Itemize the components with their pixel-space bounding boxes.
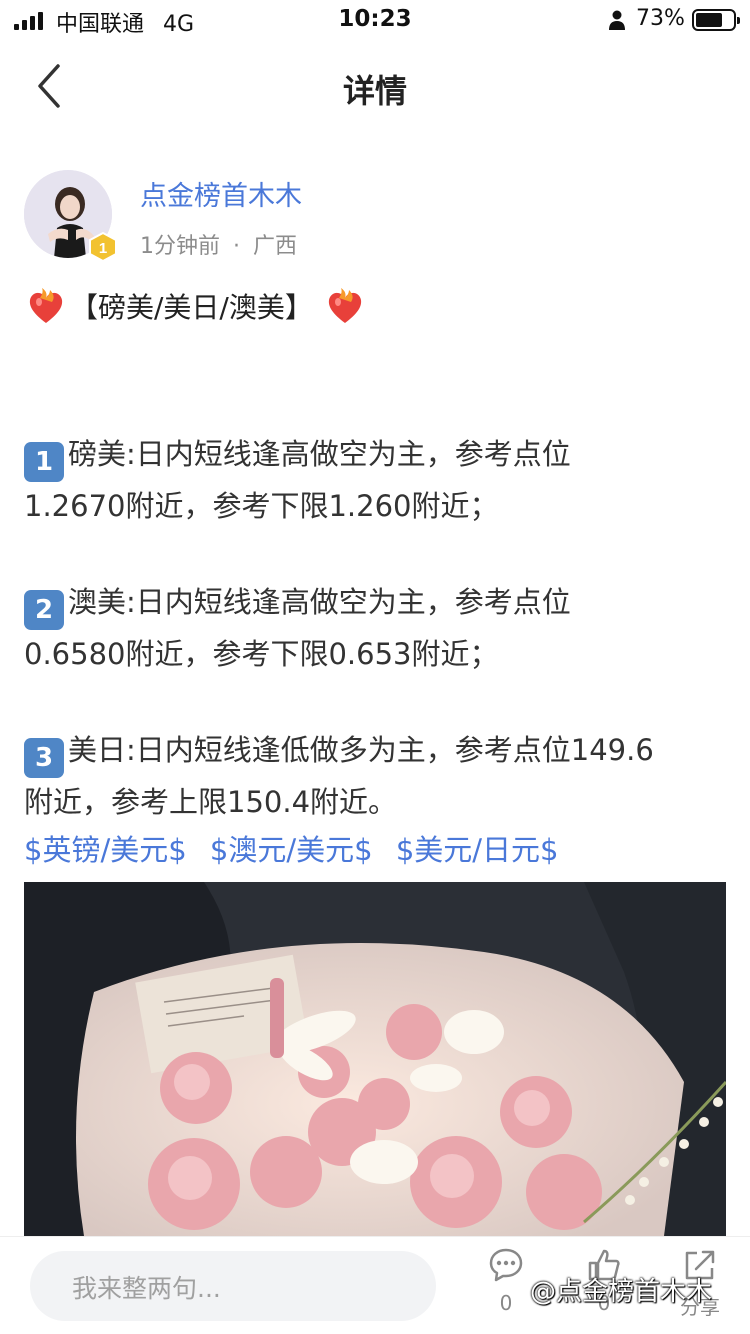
post-title-line: 【磅美/美日/澳美】 (24, 278, 730, 334)
comment-button[interactable]: 0 (476, 1247, 536, 1315)
post-item-text: 附近，参考上限150.4附近。 (24, 785, 398, 819)
heart-on-fire-icon (29, 288, 63, 323)
watermark: @点金榜首木木 (530, 1271, 712, 1308)
battery-fill (696, 13, 723, 27)
bottom-action-bar: 我来整两句... 0 0 分享 @点金榜首木木 (0, 1236, 750, 1334)
level-number: 1 (99, 240, 107, 257)
post-item-3: 3 美日:日内短线逢低做多为主，参考点位149.6 附近，参考上限150.4附近。 (24, 726, 730, 826)
post-title: 【磅美/美日/澳美】 (70, 291, 313, 324)
keycap-2-icon: 2 (24, 590, 64, 630)
level-badge-icon: 1 (89, 232, 117, 262)
post-item-2: 2 澳美:日内短线逢高做空为主，参考点位 0.6580附近，参考下限0.653附近… (24, 578, 730, 678)
keycap-3-icon: 3 (24, 738, 64, 778)
post-item-text: 磅美:日内短线逢高做空为主，参考点位 (68, 437, 571, 471)
comment-icon (489, 1248, 523, 1282)
tag-gbpusd[interactable]: $英镑/美元$ (24, 833, 187, 867)
post-content: 【磅美/美日/澳美】 1 磅美:日内短线逢高做空为主，参考点位 1.2670附近，… (24, 278, 730, 874)
post-image[interactable] (24, 882, 726, 1236)
page-title: 详情 (342, 72, 407, 110)
comment-placeholder: 我来整两句... (72, 1274, 221, 1303)
post-item-1: 1 磅美:日内短线逢高做空为主，参考点位 1.2670附近，参考下限1.260附近… (24, 430, 730, 530)
comment-count: 0 (499, 1291, 513, 1315)
post-time: 1分钟前 (140, 234, 220, 259)
tag-list: $英镑/美元$ $澳元/美元$ $美元/日元$ (24, 826, 730, 874)
tag-usdjpy[interactable]: $美元/日元$ (396, 833, 559, 867)
person-icon (609, 10, 625, 30)
bouquet-image (24, 882, 726, 1236)
meta-separator: · (233, 234, 240, 259)
comment-input[interactable]: 我来整两句... (30, 1251, 436, 1321)
post-location: 广西 (253, 234, 298, 259)
post-item-text: 澳美:日内短线逢高做空为主，参考点位 (68, 585, 571, 619)
post-item-text: 1.2670附近，参考下限1.260附近； (24, 489, 499, 523)
heart-on-fire-icon (328, 288, 361, 323)
post-meta: 1分钟前 · 广西 (140, 228, 297, 260)
keycap-1-icon: 1 (24, 442, 64, 482)
battery-percent: 73% (636, 6, 685, 31)
nav-bar: 详情 (0, 40, 750, 132)
post-item-text: 0.6580附近，参考下限0.653附近； (24, 637, 499, 671)
watermark-text: @点金榜首木木 (530, 1277, 713, 1307)
battery-icon (692, 9, 740, 31)
tag-audusd[interactable]: $澳元/美元$ (210, 833, 373, 867)
post-item-text: 美日:日内短线逢低做多为主，参考点位149.6 (68, 733, 654, 767)
author-name[interactable]: 点金榜首木木 (140, 174, 302, 213)
status-bar: 中国联通 4G 10:23 73% (0, 0, 750, 40)
